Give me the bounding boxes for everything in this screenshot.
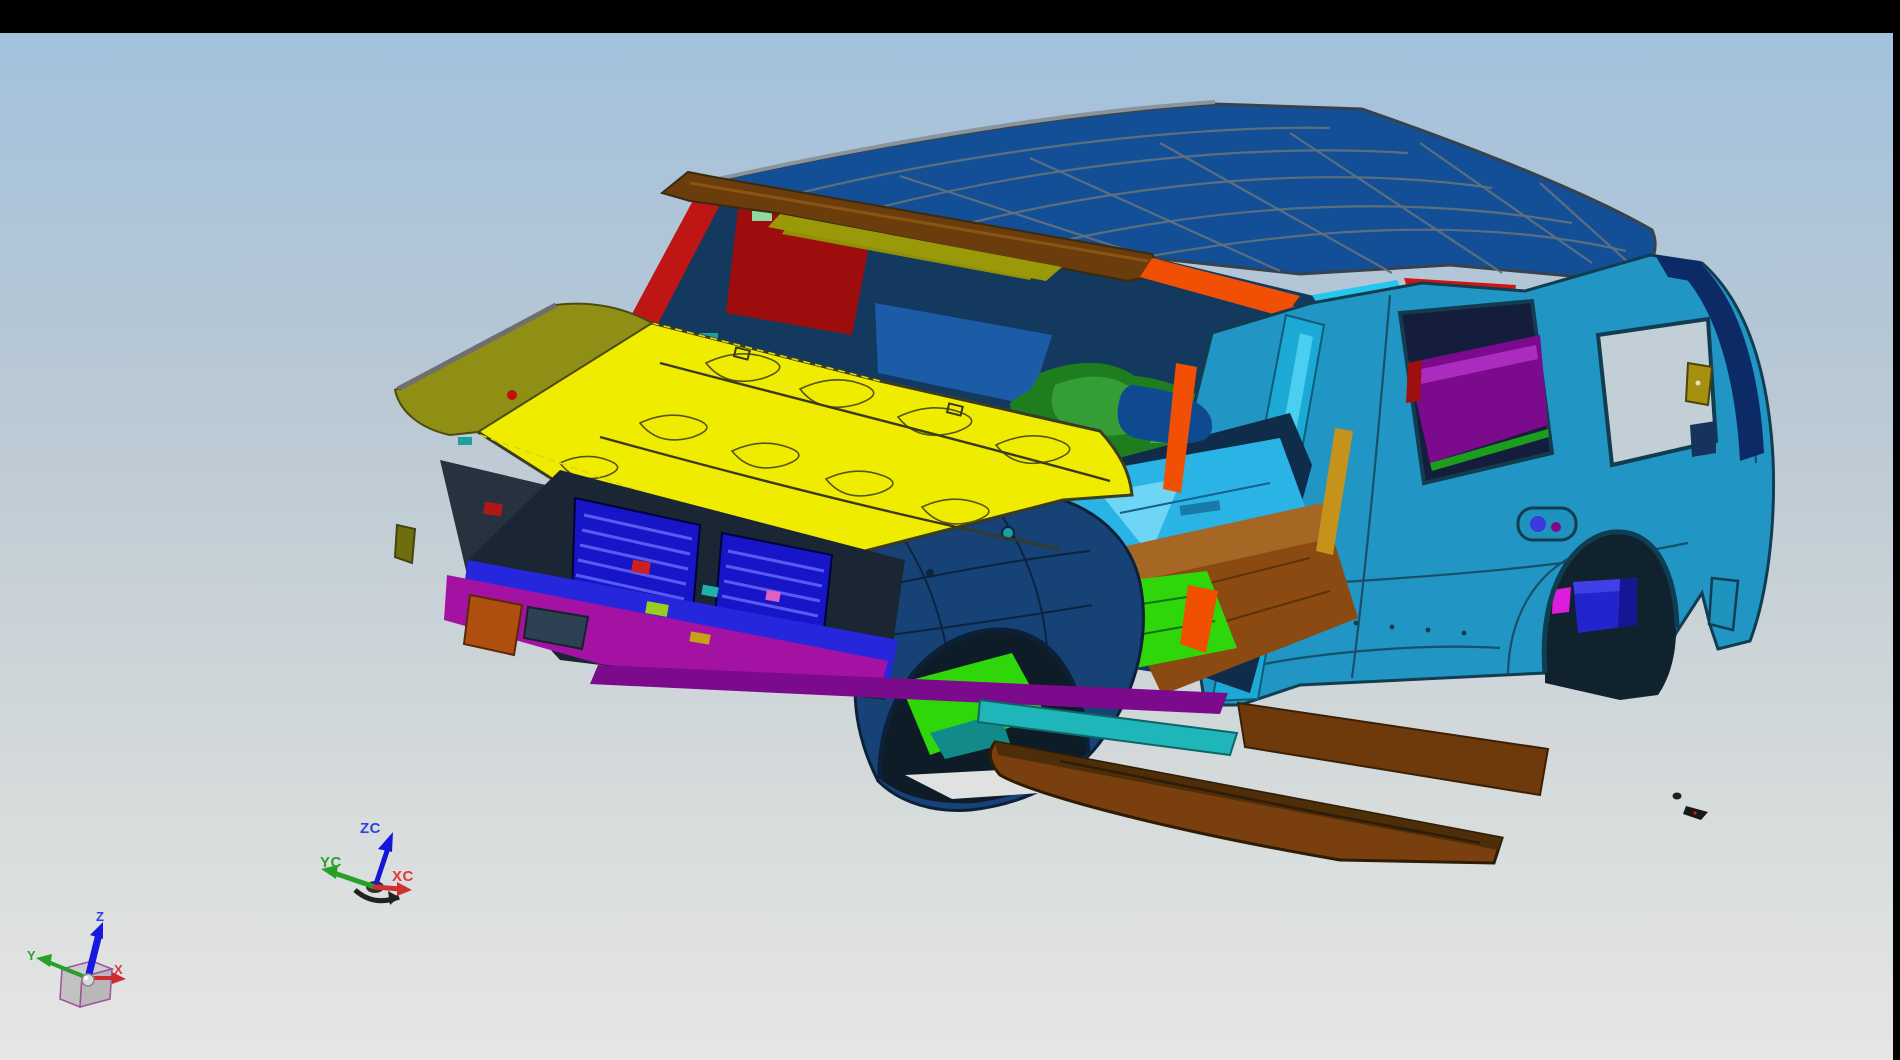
acs-y-label: Y [27,948,36,963]
right-letterbox-bar [1893,0,1900,1060]
scene-svg: ZC YC XC Z Y [0,33,1893,1060]
wcs-x-label: XC [392,868,414,885]
wcs-y-label: YC [320,854,342,871]
acs-y-axis[interactable]: Y [27,948,88,978]
wcs-z-axis[interactable]: ZC [360,820,393,887]
acs-origin-ball-highlight [84,976,88,980]
left-fender-tab[interactable] [395,525,415,563]
loose-parts[interactable] [1673,793,1709,821]
rad-support-red [483,502,502,516]
underbody-assembly[interactable] [978,700,1548,863]
rear-sill-brown[interactable] [1238,703,1548,795]
door-handle-pocket[interactable] [1518,508,1576,540]
rear-door-window[interactable] [1400,301,1552,483]
wcs-z-label: ZC [360,820,381,837]
wcs-y-axis[interactable]: YC [320,854,375,887]
left-fender-teal-bit [458,437,472,445]
window-red-bit [1406,360,1422,403]
bumper-corner-orange[interactable] [464,595,522,655]
acs-origin-ball[interactable] [82,974,94,986]
car-model[interactable] [395,102,1774,863]
top-letterbox-bar [0,0,1900,33]
quarter-window[interactable] [1598,319,1716,465]
acs-x-label: X [114,962,123,977]
acs-z-label: Z [96,909,104,924]
graphics-window[interactable]: ZC YC XC Z Y [0,33,1893,1060]
arch-box-shadow [1618,578,1637,628]
window-bracket [1690,421,1716,457]
small-part-dot[interactable] [1673,793,1682,800]
mud-flap-bracket[interactable] [1709,578,1738,630]
wcs-triad[interactable]: ZC YC XC [320,820,414,905]
left-fender-red-dot [507,390,517,400]
absolute-csys-triad[interactable]: Z Y X [27,909,126,1007]
